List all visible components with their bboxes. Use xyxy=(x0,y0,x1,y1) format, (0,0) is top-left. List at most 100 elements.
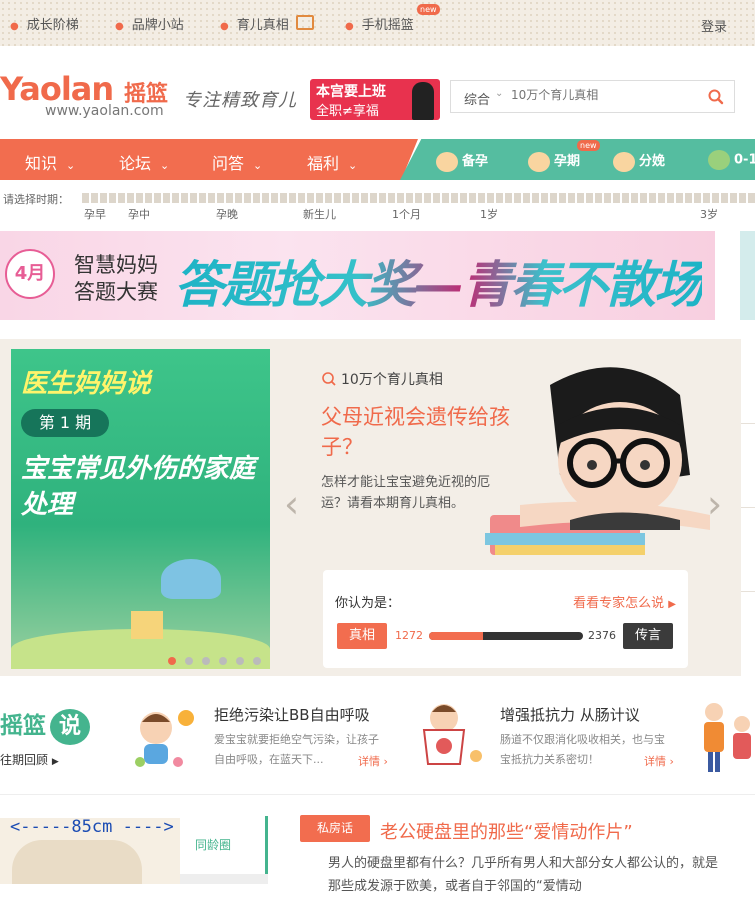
say-item-more[interactable]: 详情 › xyxy=(644,753,674,769)
couple-icon xyxy=(436,151,458,172)
chevron-right-icon: › xyxy=(383,755,388,768)
stage-pregnancy[interactable]: 孕期 xyxy=(528,150,580,172)
banner-headline: 答题抢大奖—青春不散场 xyxy=(174,245,704,317)
feature-image-episode: 第 1 期 xyxy=(21,409,109,437)
toplink-label: 成长阶梯 xyxy=(26,18,79,33)
mother-baby-icon xyxy=(613,151,635,172)
stage-label: 孕期 xyxy=(554,154,581,169)
period-tick[interactable]: 孕早 xyxy=(84,206,106,222)
toplink-label: 品牌小站 xyxy=(131,18,184,33)
poll-prompt: 你认为是： xyxy=(335,596,401,611)
stage-label: 分娩 xyxy=(639,154,666,169)
period-tick[interactable]: 新生儿 xyxy=(303,206,336,222)
nav-forum[interactable]: 论坛 ⌄ xyxy=(119,150,169,174)
search-button[interactable] xyxy=(706,87,726,107)
tab-background xyxy=(180,874,268,884)
divider xyxy=(741,591,755,592)
baby-icon xyxy=(708,150,730,170)
nav-knowledge[interactable]: 知识 ⌄ xyxy=(25,150,75,174)
poll-expert-link[interactable]: 看看专家怎么说 ▶ xyxy=(573,592,676,611)
pregnant-icon xyxy=(528,151,550,172)
baby-sun-illustration xyxy=(135,710,194,767)
carousel-prev-arrow-icon[interactable]: ‹ xyxy=(284,485,299,523)
carousel-dot[interactable] xyxy=(185,657,193,665)
carousel-dots xyxy=(168,650,270,669)
toplink-truth[interactable]: ● 育儿真相 xyxy=(220,14,314,33)
stage-label: 备孕 xyxy=(462,154,489,169)
poll-progress-fill xyxy=(429,632,483,640)
search-icon xyxy=(708,89,724,105)
carousel-dot[interactable] xyxy=(253,657,261,665)
size-label: <-----85cm ----> xyxy=(10,817,174,837)
period-tick[interactable]: 1个月 xyxy=(392,206,421,222)
feature-image-title: 医生妈妈说 xyxy=(21,369,152,399)
tv-icon xyxy=(295,15,314,30)
chevron-right-icon: › xyxy=(669,755,674,768)
stage-delivery[interactable]: 分娩 xyxy=(613,150,665,172)
contest-banner[interactable]: 4月 智慧妈妈 答题大赛 答题抢大奖—青春不散场 xyxy=(0,231,715,320)
banner-side-strip xyxy=(740,231,755,320)
search-input[interactable] xyxy=(509,87,693,103)
new-badge: new xyxy=(577,140,600,151)
rumor-count: 2376 xyxy=(588,629,616,642)
feature-image[interactable]: 医生妈妈说 第 1 期 宝宝常见外伤的家庭处理 xyxy=(11,349,270,669)
carousel-dot[interactable] xyxy=(219,657,227,665)
carousel-next-arrow-icon[interactable]: › xyxy=(707,485,722,523)
promo-line2: 全职≠享福 xyxy=(316,104,379,119)
girl-with-glasses-illustration xyxy=(485,367,710,555)
toplink-growth[interactable]: ● 成长阶梯 xyxy=(10,14,79,33)
say-logo[interactable]: 摇篮说 xyxy=(0,706,90,745)
article-body: 男人的硬盘里都有什么？几乎所有男人和大部分女人都公认的，就是那些成发源于欧美，或… xyxy=(328,856,719,894)
period-tick[interactable]: 孕中 xyxy=(128,206,150,222)
category-tag[interactable]: 私房话 xyxy=(300,815,370,842)
stage-preconception[interactable]: 备孕 xyxy=(436,150,488,172)
nav-label: 论坛 xyxy=(119,154,152,173)
say-item-more[interactable]: 详情 › xyxy=(358,753,388,769)
feature-desc: 怎样才能让宝宝避免近视的厄运？请看本期育儿真相。 xyxy=(321,475,491,511)
nav-welfare[interactable]: 福利 ⌄ xyxy=(307,150,357,174)
promo-banner[interactable]: 本宫要上班 全职≠享福 xyxy=(310,79,440,120)
period-tick[interactable]: 1岁 xyxy=(480,206,498,222)
tab-indicator xyxy=(265,816,268,874)
nav-label: 福利 xyxy=(307,154,340,173)
baby-cup-illustration xyxy=(422,704,482,765)
nav-qa[interactable]: 问答 ⌄ xyxy=(212,150,262,174)
period-slider[interactable] xyxy=(82,193,755,203)
feature-image-main: 宝宝常见外伤的家庭处理 xyxy=(21,454,256,520)
toplink-brand[interactable]: ● 品牌小站 xyxy=(115,14,184,33)
say-logo-text: 摇篮 xyxy=(0,713,46,739)
tree-decoration xyxy=(161,559,221,599)
feature-section-title: 10万个育儿真相 xyxy=(321,369,443,389)
carousel-dot[interactable] xyxy=(236,657,244,665)
chevron-down-icon: ⌄ xyxy=(66,159,76,172)
divider xyxy=(741,423,755,424)
slogan: 专注精致育儿 xyxy=(183,90,297,111)
peer-circle-tab[interactable]: 同龄圈 xyxy=(180,816,268,874)
login-link[interactable]: 登录 xyxy=(701,16,727,35)
divider xyxy=(741,507,755,508)
stage-infant[interactable]: 0-1 xyxy=(708,150,755,170)
poll-progress-bar xyxy=(429,632,583,640)
rumor-button[interactable]: 传言 xyxy=(623,623,673,649)
period-tick[interactable]: 孕晚 xyxy=(216,206,238,222)
toplink-mobile[interactable]: ● 手机摇篮 xyxy=(345,14,414,33)
article-title[interactable]: 老公硬盘里的那些“爱情动作片” xyxy=(380,818,633,844)
search-category-select[interactable]: 综合 xyxy=(464,89,490,108)
period-tick[interactable]: 3岁 xyxy=(700,206,718,222)
play-arrow-icon: ▶ xyxy=(51,757,59,767)
promo-line1: 本宫要上班 xyxy=(316,84,386,100)
play-arrow-icon: ▶ xyxy=(668,599,676,610)
side-list xyxy=(741,339,755,676)
nav-label: 问答 xyxy=(212,154,245,173)
say-item-title[interactable]: 增强抵抗力 从肠计议 xyxy=(500,704,640,725)
truth-button[interactable]: 真相 xyxy=(337,623,387,649)
carousel-dot[interactable] xyxy=(168,657,176,665)
nav-label: 知识 xyxy=(25,154,58,173)
say-item-title[interactable]: 拒绝污染让BB自由呼吸 xyxy=(214,704,370,725)
toplink-label: 育儿真相 xyxy=(236,18,289,33)
carousel-dot[interactable] xyxy=(202,657,210,665)
archive-link[interactable]: 往期回顾 ▶ xyxy=(0,751,59,768)
more-label: 详情 xyxy=(644,755,666,768)
chevron-down-icon[interactable]: ⌄ xyxy=(495,88,503,99)
woman-figure-icon xyxy=(412,82,434,120)
